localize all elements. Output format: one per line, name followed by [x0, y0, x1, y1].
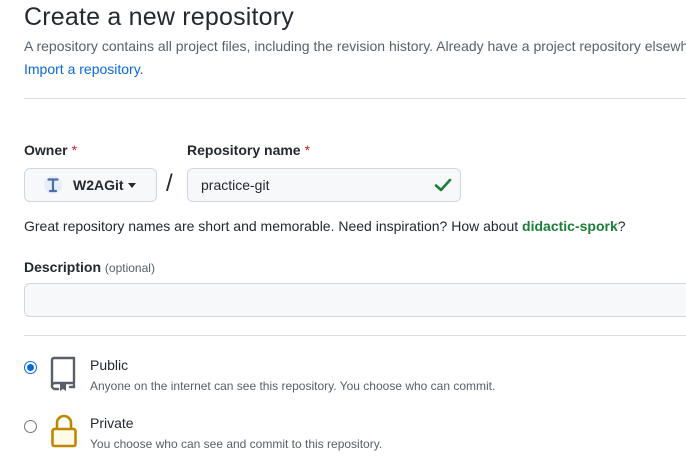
owner-repo-separator: /	[166, 170, 173, 197]
page-subtitle: A repository contains all project files,…	[24, 38, 686, 54]
repo-name-hint: Great repository names are short and mem…	[24, 218, 626, 234]
repo-icon	[50, 356, 76, 391]
owner-label-text: Owner	[24, 142, 68, 158]
owner-name: W2AGit	[73, 177, 124, 193]
page-title: Create a new repository	[24, 3, 295, 31]
chevron-down-icon	[127, 182, 136, 188]
repo-name-field	[187, 168, 461, 202]
description-optional: (optional)	[104, 261, 155, 275]
repo-name-label-text: Repository name	[187, 142, 301, 158]
description-label-text: Description	[24, 259, 102, 275]
private-title: Private	[90, 415, 134, 431]
public-radio[interactable]	[24, 361, 37, 374]
hint-end: ?	[617, 218, 626, 234]
divider-bottom	[24, 335, 686, 336]
repo-name-input[interactable]	[188, 169, 460, 201]
private-description: You choose who can see and commit to thi…	[90, 437, 383, 451]
check-icon	[434, 178, 452, 192]
name-suggestion-link[interactable]: didactic-spork	[522, 218, 618, 234]
avatar	[43, 175, 63, 195]
description-label: Description (optional)	[24, 259, 155, 275]
import-repository-link[interactable]: Import a repository.	[24, 61, 144, 77]
public-description: Anyone on the internet can see this repo…	[90, 379, 496, 393]
subtitle-text: A repository contains all project files,…	[24, 38, 686, 54]
public-title: Public	[90, 357, 129, 373]
repo-required-mark: *	[304, 142, 311, 158]
owner-required-mark: *	[71, 142, 78, 158]
owner-dropdown-button[interactable]: W2AGit	[24, 168, 157, 202]
description-input[interactable]	[24, 283, 686, 317]
lock-icon	[51, 414, 77, 448]
hint-text: Great repository names are short and mem…	[24, 218, 523, 234]
repo-name-label: Repository name *	[187, 142, 310, 158]
owner-label: Owner *	[24, 142, 77, 158]
divider-top	[24, 98, 686, 99]
private-radio[interactable]	[24, 420, 37, 433]
owner-avatar-icon	[44, 176, 62, 194]
